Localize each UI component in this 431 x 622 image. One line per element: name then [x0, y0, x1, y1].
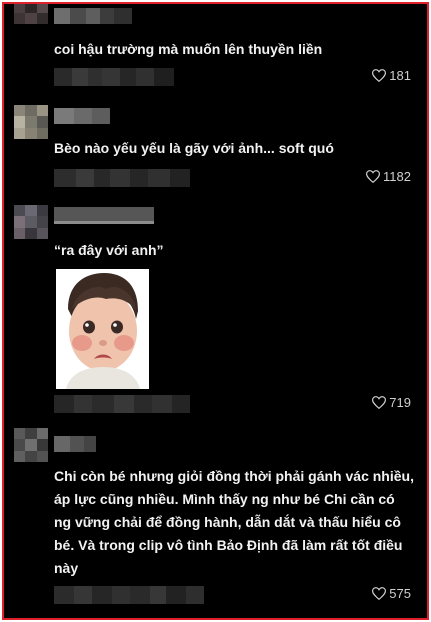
- like-button[interactable]: 575: [372, 586, 411, 601]
- heart-outline-icon: [372, 69, 387, 82]
- username-redacted[interactable]: [54, 207, 154, 225]
- comment-meta-redacted: [54, 169, 190, 187]
- sticker-image[interactable]: [56, 269, 149, 389]
- username-redacted[interactable]: [54, 8, 132, 24]
- username-redacted[interactable]: [54, 108, 110, 124]
- heart-outline-icon: [366, 170, 381, 183]
- crying-baby-sticker-icon: [56, 269, 149, 389]
- like-button[interactable]: 719: [372, 395, 411, 410]
- comment-item: “ra đây với anh” 719: [4, 199, 427, 424]
- comment-text: Bèo nào yếu yếu là gãy với ảnh... soft q…: [54, 140, 334, 156]
- avatar[interactable]: [14, 205, 48, 239]
- comments-panel: coi hậu trường mà muốn lên thuyền liền 1…: [2, 2, 429, 620]
- comment-text: “ra đây với anh”: [54, 242, 164, 258]
- avatar[interactable]: [14, 4, 48, 24]
- like-count: 181: [389, 68, 411, 83]
- comment-meta-redacted: [54, 395, 190, 413]
- like-button[interactable]: 1182: [366, 169, 411, 184]
- heart-outline-icon: [372, 396, 387, 409]
- like-count: 575: [389, 586, 411, 601]
- username-redacted[interactable]: [54, 436, 96, 452]
- heart-outline-icon: [372, 587, 387, 600]
- like-button[interactable]: 181: [372, 68, 411, 83]
- comment-item: Bèo nào yếu yếu là gãy với ảnh... soft q…: [4, 99, 427, 199]
- comment-text: Chi còn bé nhưng giỏi đồng thời phải gán…: [54, 468, 418, 576]
- comment-meta-redacted: [54, 586, 204, 604]
- comment-text: coi hậu trường mà muốn lên thuyền liền: [54, 41, 323, 57]
- like-count: 1182: [383, 169, 411, 184]
- comment-meta-redacted: [54, 68, 174, 86]
- like-count: 719: [389, 395, 411, 410]
- comment-item: Chi còn bé nhưng giỏi đồng thời phải gán…: [4, 424, 427, 618]
- avatar[interactable]: [14, 428, 48, 462]
- avatar[interactable]: [14, 105, 48, 139]
- comment-item: coi hậu trường mà muốn lên thuyền liền 1…: [4, 4, 427, 99]
